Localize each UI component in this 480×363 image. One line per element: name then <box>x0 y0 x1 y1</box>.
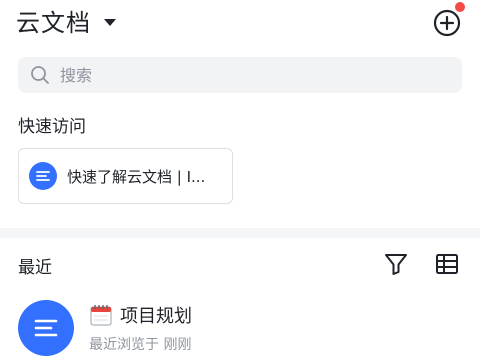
section-divider <box>0 228 480 238</box>
calendar-icon <box>90 305 112 326</box>
recent-label: 最近 <box>18 258 52 278</box>
filter-button[interactable] <box>384 252 408 276</box>
quick-access-card[interactable]: 快速了解云文档 | I... <box>18 148 233 204</box>
doc-icon <box>29 162 57 190</box>
recent-list-item[interactable]: 项目规划 最近浏览于 刚刚 <box>0 292 480 363</box>
recent-item-subtitle: 最近浏览于 刚刚 <box>89 337 192 353</box>
header: 云文档 <box>0 0 480 48</box>
quick-access-item-title: 快速了解云文档 | I... <box>67 167 206 186</box>
caret-down-icon <box>103 16 117 30</box>
recent-item-title: 项目规划 <box>120 306 192 327</box>
search-icon <box>31 66 49 84</box>
notification-dot <box>455 2 465 12</box>
workspace-switcher[interactable]: 云文档 <box>16 6 117 40</box>
doc-icon <box>18 300 74 356</box>
grid-view-icon <box>436 254 458 274</box>
filter-icon <box>385 254 407 275</box>
search-bar[interactable] <box>18 57 462 93</box>
search-input[interactable] <box>60 65 440 85</box>
quick-access-label: 快速访问 <box>18 117 86 137</box>
page-title: 云文档 <box>16 9 91 37</box>
view-toggle-button[interactable] <box>435 252 459 276</box>
